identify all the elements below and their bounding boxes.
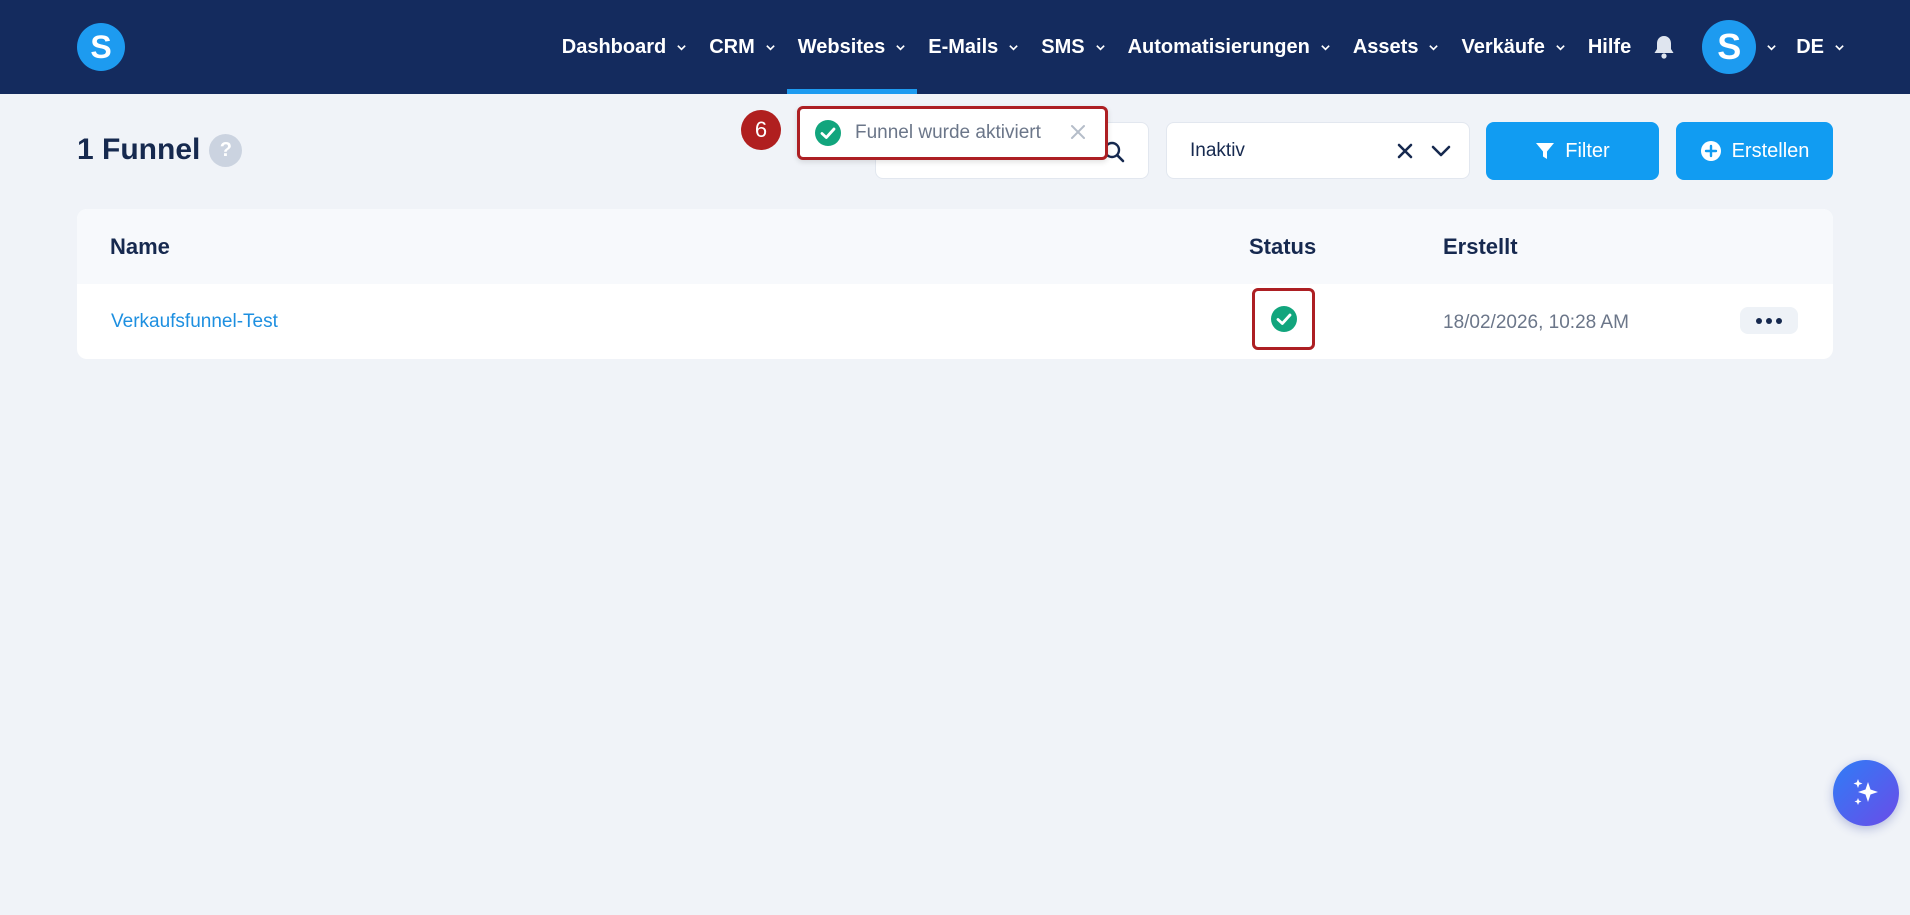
- filter-button-label: Filter: [1565, 139, 1610, 162]
- success-toast: Funnel wurde aktiviert: [797, 106, 1108, 160]
- page-title-text: 1 Funnel: [77, 133, 201, 166]
- top-navigation: S Dashboard CRM Websites E-Mails SMS Aut…: [0, 0, 1910, 94]
- funnel-name-link[interactable]: Verkaufsfunnel-Test: [111, 311, 278, 333]
- chevron-down-icon: [677, 44, 686, 51]
- chevron-down-icon: [766, 44, 775, 51]
- sparkles-icon: [1853, 779, 1878, 805]
- notifications-button[interactable]: [1642, 0, 1694, 94]
- chevron-down-icon: [896, 44, 905, 51]
- status-toggle[interactable]: [1252, 288, 1315, 350]
- step-badge: 6: [741, 110, 781, 150]
- chevron-down-icon: [1835, 44, 1844, 51]
- plus-circle-icon: [1700, 141, 1721, 161]
- nav-item-label: Websites: [797, 35, 886, 58]
- nav-item-label: SMS: [1041, 35, 1085, 58]
- create-button-label: Erstellen: [1731, 139, 1810, 162]
- status-filter-select[interactable]: Inaktiv: [1166, 122, 1470, 179]
- nav-item-label: CRM: [709, 35, 755, 58]
- created-date: 18/02/2026, 10:28 AM: [1443, 312, 1629, 333]
- dot-icon: [1756, 317, 1762, 324]
- nav-item-automatisierungen[interactable]: Automatisierungen: [1117, 0, 1342, 94]
- chevron-down-icon: [1556, 44, 1565, 51]
- nav-item-label: E-Mails: [928, 35, 999, 58]
- nav-item-hilfe[interactable]: Hilfe: [1577, 0, 1642, 94]
- dot-icon: [1776, 317, 1782, 324]
- nav-item-label: Dashboard: [561, 35, 667, 58]
- status-filter-value: Inaktiv: [1190, 140, 1245, 161]
- chevron-down-icon[interactable]: [1430, 141, 1452, 161]
- language-label: DE: [1796, 35, 1824, 58]
- nav-item-label: Assets: [1352, 35, 1419, 58]
- nav-item-assets[interactable]: Assets: [1342, 0, 1451, 94]
- page-title: 1 Funnel ?: [77, 133, 243, 167]
- filter-icon: [1536, 143, 1555, 159]
- language-selector[interactable]: DE: [1785, 0, 1910, 94]
- table-row: Verkaufsfunnel-Test 18/02/2026, 10:28 AM: [77, 284, 1833, 359]
- toast-message: Funnel wurde aktiviert: [855, 122, 1041, 143]
- check-circle-icon: [1270, 306, 1297, 332]
- chevron-down-icon: [1009, 44, 1019, 51]
- nav-item-websites[interactable]: Websites: [786, 0, 918, 94]
- app-logo[interactable]: S: [77, 23, 125, 71]
- chevron-down-icon: [1429, 44, 1439, 51]
- close-icon[interactable]: [1069, 123, 1087, 141]
- nav-item-label: Automatisierungen: [1127, 35, 1310, 58]
- chevron-down-icon: [1095, 44, 1105, 51]
- chevron-down-icon: [1767, 44, 1776, 51]
- column-header-status[interactable]: Status: [1249, 234, 1316, 260]
- create-button[interactable]: Erstellen: [1676, 122, 1833, 180]
- nav-item-label: Hilfe: [1587, 35, 1632, 58]
- chevron-down-icon: [1321, 44, 1330, 51]
- nav-item-label: Verkäufe: [1461, 35, 1545, 58]
- nav-item-dashboard[interactable]: Dashboard: [551, 0, 698, 94]
- funnel-table: Name Status Erstellt Verkaufsfunnel-Test…: [77, 209, 1833, 359]
- nav-item-crm[interactable]: CRM: [698, 0, 787, 94]
- main-nav: Dashboard CRM Websites E-Mails SMS Autom…: [551, 0, 1910, 94]
- table-header: Name Status Erstellt: [77, 209, 1833, 284]
- more-actions-button[interactable]: [1740, 307, 1798, 334]
- column-header-name[interactable]: Name: [110, 234, 170, 260]
- dot-icon: [1766, 317, 1772, 324]
- nav-item-emails[interactable]: E-Mails: [917, 0, 1030, 94]
- help-icon[interactable]: ?: [209, 133, 243, 167]
- column-header-created[interactable]: Erstellt: [1443, 234, 1518, 260]
- check-circle-icon: [815, 120, 841, 146]
- filter-button[interactable]: Filter: [1486, 122, 1659, 180]
- ai-assistant-button[interactable]: [1833, 760, 1899, 826]
- user-menu[interactable]: S: [1694, 0, 1785, 94]
- bell-icon: [1654, 36, 1674, 59]
- clear-icon[interactable]: [1395, 141, 1415, 161]
- nav-item-sms[interactable]: SMS: [1030, 0, 1116, 94]
- avatar[interactable]: S: [1702, 20, 1757, 74]
- nav-item-verkaeufe[interactable]: Verkäufe: [1450, 0, 1576, 94]
